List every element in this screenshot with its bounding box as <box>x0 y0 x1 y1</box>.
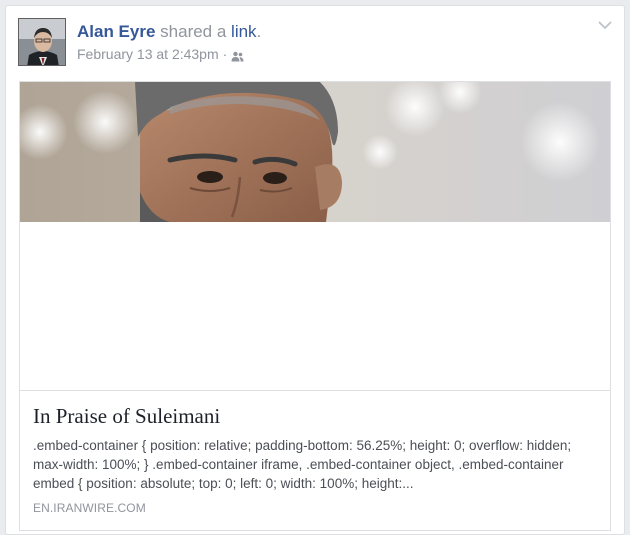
link-description: .embed-container { position: relative; p… <box>33 438 572 491</box>
embed-area[interactable] <box>20 222 610 391</box>
link-title[interactable]: In Praise of Suleimani <box>33 403 598 429</box>
link-preview-card[interactable]: In Praise of Suleimani .embed-container … <box>19 81 611 531</box>
post-author-line: Alan Eyre shared a link. <box>77 22 261 42</box>
author-name-link[interactable]: Alan Eyre <box>77 22 155 41</box>
preview-text[interactable]: In Praise of Suleimani .embed-container … <box>20 391 610 515</box>
action-text: shared a <box>155 22 232 41</box>
news-feed-post: Alan Eyre shared a link. February 13 at … <box>5 5 625 535</box>
preview-image[interactable] <box>20 82 610 222</box>
meta-separator: · <box>222 46 228 62</box>
post-timestamp[interactable]: February 13 at 2:43pm <box>77 46 219 62</box>
post-meta: February 13 at 2:43pm · <box>77 46 244 62</box>
post-header: Alan Eyre shared a link. February 13 at … <box>18 18 608 70</box>
shared-link-link[interactable]: link <box>231 22 257 41</box>
avatar[interactable] <box>18 18 66 66</box>
chevron-down-icon[interactable] <box>596 18 614 32</box>
link-domain: EN.IRANWIRE.COM <box>33 501 146 515</box>
friends-icon[interactable] <box>231 49 244 61</box>
action-end: . <box>256 22 262 41</box>
